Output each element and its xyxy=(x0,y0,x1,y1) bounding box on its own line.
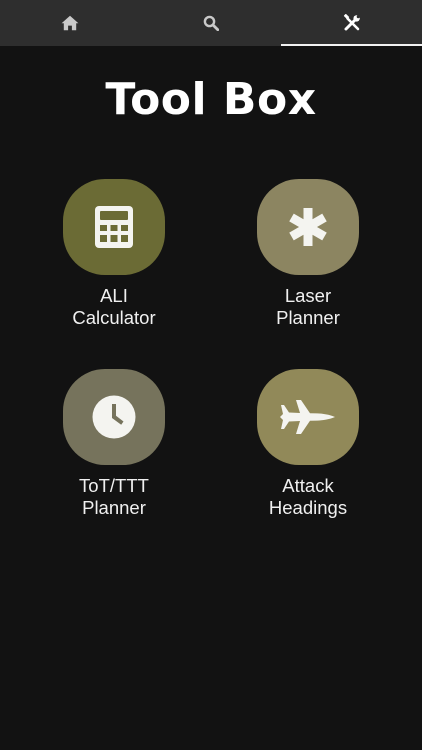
tot-ttt-planner-label: ToT/TTT Planner xyxy=(79,475,149,518)
calculator-icon xyxy=(95,206,133,248)
search-icon xyxy=(203,15,219,31)
laser-planner-button[interactable]: Laser Planner xyxy=(218,179,398,329)
tot-ttt-planner-icon-tile xyxy=(63,369,165,465)
attack-headings-icon-tile xyxy=(257,369,359,465)
attack-headings-button[interactable]: Attack Headings xyxy=(218,369,398,519)
asterisk-icon xyxy=(289,208,327,246)
tab-bar xyxy=(0,0,422,46)
tools-icon xyxy=(343,14,360,31)
page-title: Tool Box xyxy=(105,74,317,125)
ali-calculator-label: ALI Calculator xyxy=(72,285,156,328)
laser-planner-icon-tile xyxy=(257,179,359,275)
tab-home[interactable] xyxy=(0,0,141,46)
tab-tools[interactable] xyxy=(281,0,422,46)
clock-icon xyxy=(92,395,136,439)
tot-ttt-planner-button[interactable]: ToT/TTT Planner xyxy=(24,369,204,519)
attack-headings-label: Attack Headings xyxy=(268,475,348,518)
tab-search[interactable] xyxy=(141,0,282,46)
home-icon xyxy=(61,15,79,31)
ali-calculator-button[interactable]: ALI Calculator xyxy=(24,179,204,329)
jet-icon xyxy=(280,400,335,434)
laser-planner-label: Laser Planner xyxy=(276,285,340,328)
ali-calculator-icon-tile xyxy=(63,179,165,275)
